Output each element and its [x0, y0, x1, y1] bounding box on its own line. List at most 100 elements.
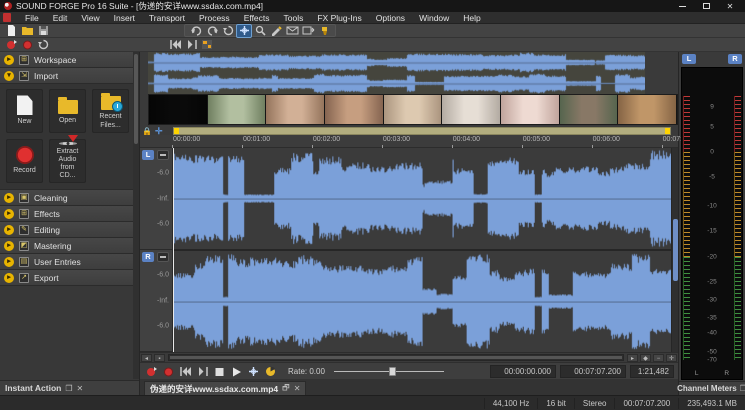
- sidebar-section-cleaning[interactable]: ▸▣Cleaning: [0, 190, 139, 206]
- sidebar-section-editing[interactable]: ▸✎Editing: [0, 222, 139, 238]
- meter-channel-button-r[interactable]: R: [728, 54, 742, 64]
- close-button[interactable]: ✕: [723, 1, 737, 11]
- go-to-end-button[interactable]: [195, 365, 209, 378]
- selection-end-field[interactable]: 00:07:07.200: [560, 365, 626, 378]
- loop-region-bar[interactable]: [173, 127, 671, 135]
- stop-button[interactable]: [212, 365, 226, 378]
- edit-tool-button[interactable]: [246, 365, 260, 378]
- snap-grid-icon[interactable]: [200, 39, 214, 51]
- float-window-icon[interactable]: ❒: [65, 384, 72, 393]
- scroll-center-button[interactable]: ▪: [154, 354, 165, 362]
- magnify-tool-icon[interactable]: [253, 25, 267, 37]
- close-panel-icon[interactable]: ✕: [77, 384, 84, 393]
- sidebar-section-user-entries[interactable]: ▸▤User Entries: [0, 254, 139, 270]
- envelope-tool-icon[interactable]: [285, 25, 299, 37]
- playhead-cursor[interactable]: [173, 148, 174, 352]
- video-strip[interactable]: [148, 94, 678, 125]
- meter-display[interactable]: 950-5-10-15-20-25-30-35-40-50-70 LR: [681, 67, 743, 380]
- tile-extract-audio-from-cd[interactable]: Extract Audio from CD...: [49, 139, 86, 183]
- scroll-right-button[interactable]: ▸: [627, 354, 638, 362]
- menu-process[interactable]: Process: [192, 12, 237, 24]
- video-thumbnail[interactable]: [149, 95, 208, 124]
- tile-open[interactable]: Open: [49, 89, 86, 133]
- channel-minimize-button[interactable]: [157, 150, 169, 160]
- channel-button-r[interactable]: R: [142, 252, 154, 262]
- new-file-icon[interactable]: [4, 25, 18, 37]
- expand-icon[interactable]: ▸: [4, 273, 14, 283]
- meter-channel-button-l[interactable]: L: [682, 54, 696, 64]
- video-thumbnail[interactable]: [618, 95, 677, 124]
- zoom-fit-button[interactable]: ◆: [640, 354, 651, 362]
- expand-icon[interactable]: ▸: [4, 257, 14, 267]
- selection-length-field[interactable]: 1:21,482: [630, 365, 674, 378]
- sidebar-scrollbar[interactable]: [133, 52, 139, 379]
- overview-waveform[interactable]: [140, 52, 678, 94]
- record-remote-button[interactable]: [144, 365, 158, 378]
- expand-icon[interactable]: ▸: [4, 209, 14, 219]
- paint-tool-icon[interactable]: [317, 25, 331, 37]
- menu-view[interactable]: View: [74, 12, 106, 24]
- close-file-icon[interactable]: ✕: [294, 384, 301, 393]
- zoom-out-button[interactable]: −: [653, 354, 664, 362]
- video-thumbnail[interactable]: [208, 95, 267, 124]
- waveform-display[interactable]: [173, 148, 671, 352]
- rate-slider[interactable]: [334, 365, 444, 378]
- edit-tool-icon[interactable]: [237, 25, 251, 37]
- sidebar-section-import[interactable]: ▾⇲Import: [0, 68, 139, 84]
- sidebar-section-workspace[interactable]: ▸⊞Workspace: [0, 52, 139, 68]
- go-to-start-icon[interactable]: [168, 39, 182, 51]
- menu-tools[interactable]: Tools: [277, 12, 311, 24]
- menu-edit[interactable]: Edit: [46, 12, 75, 24]
- expand-icon[interactable]: ▸: [4, 193, 14, 203]
- menu-window[interactable]: Window: [412, 12, 456, 24]
- sidebar-section-export[interactable]: ▸↗Export: [0, 270, 139, 286]
- record-button[interactable]: [161, 365, 175, 378]
- channel-button-l[interactable]: L: [142, 150, 154, 160]
- undo-icon[interactable]: [189, 25, 203, 37]
- video-thumbnail[interactable]: [325, 95, 384, 124]
- maximize-button[interactable]: [699, 1, 713, 11]
- save-icon[interactable]: [36, 25, 50, 37]
- float-meters-icon[interactable]: ❒: [740, 384, 745, 393]
- video-thumbnail[interactable]: [501, 95, 560, 124]
- instant-action-tab[interactable]: Instant Action ❒ ✕: [0, 380, 139, 395]
- restore-window-icon[interactable]: 🗗: [282, 382, 290, 396]
- zoom-in-button[interactable]: ✛: [666, 354, 677, 362]
- collapse-icon[interactable]: ▾: [4, 71, 14, 81]
- record-remote-icon[interactable]: [4, 39, 18, 51]
- video-thumbnail[interactable]: [266, 95, 325, 124]
- loop-playback-icon[interactable]: [36, 39, 50, 51]
- tile-recent-files[interactable]: Recent Files...: [92, 89, 129, 133]
- time-ruler[interactable]: 00:00:0000:01:0000:02:0000:03:0000:04:00…: [140, 135, 678, 148]
- file-tab[interactable]: 伪递的安详www.ssdax.com.mp4 🗗 ✕: [144, 381, 306, 395]
- sidebar-section-mastering[interactable]: ▸◩Mastering: [0, 238, 139, 254]
- open-folder-icon[interactable]: [20, 25, 34, 37]
- cursor-position-field[interactable]: 00:00:00.000: [490, 365, 556, 378]
- tile-record[interactable]: Record: [6, 139, 43, 183]
- go-to-end-icon[interactable]: [184, 39, 198, 51]
- expand-icon[interactable]: ▸: [4, 241, 14, 251]
- vertical-scrollbar[interactable]: [671, 148, 678, 352]
- horizontal-scrollbar[interactable]: ◂ ▪ ▸ ◆ − ✛: [140, 352, 678, 362]
- video-thumbnail[interactable]: [384, 95, 443, 124]
- scroll-left-button[interactable]: ◂: [141, 354, 152, 362]
- channel-minimize-button[interactable]: [157, 252, 169, 262]
- menu-options[interactable]: Options: [369, 12, 412, 24]
- minimize-button[interactable]: [675, 1, 689, 11]
- play-button[interactable]: [229, 365, 243, 378]
- channel-meters-tab[interactable]: Channel Meters ❒: [679, 381, 745, 395]
- menu-effects[interactable]: Effects: [237, 12, 277, 24]
- menu-fx-plug-ins[interactable]: FX Plug-Ins: [310, 12, 368, 24]
- menu-insert[interactable]: Insert: [107, 12, 142, 24]
- scrub-button[interactable]: [263, 365, 277, 378]
- rate-slider-handle[interactable]: [389, 367, 396, 376]
- video-thumbnail[interactable]: [560, 95, 619, 124]
- video-thumbnail[interactable]: [442, 95, 501, 124]
- menu-transport[interactable]: Transport: [142, 12, 192, 24]
- menu-file[interactable]: File: [18, 12, 46, 24]
- expand-icon[interactable]: ▸: [4, 55, 14, 65]
- event-tool-icon[interactable]: [301, 25, 315, 37]
- pencil-tool-icon[interactable]: [269, 25, 283, 37]
- go-to-start-button[interactable]: [178, 365, 192, 378]
- sidebar-section-effects[interactable]: ▸⊞Effects: [0, 206, 139, 222]
